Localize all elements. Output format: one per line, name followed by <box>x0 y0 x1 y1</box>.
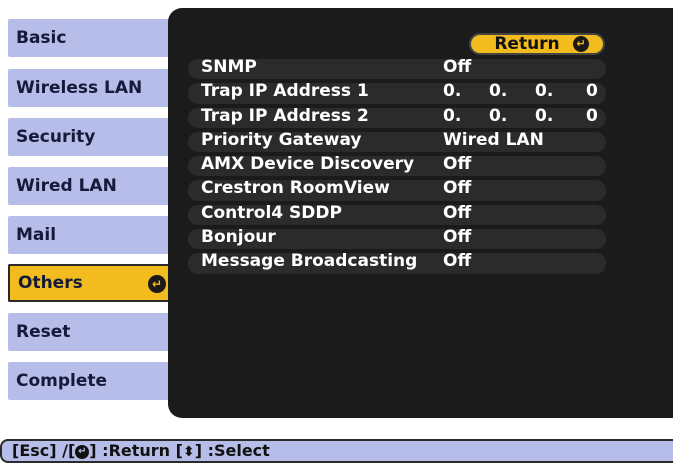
setting-row-bonjour[interactable]: Bonjour Off <box>188 227 606 251</box>
help-text: ] :Select <box>194 441 270 460</box>
up-down-arrow-icon: ⬍ <box>182 443 195 460</box>
tab-complete[interactable]: Complete <box>8 362 174 400</box>
setting-name: Control4 SDDP <box>201 202 342 223</box>
tab-mail[interactable]: Mail <box>8 216 174 254</box>
enter-icon: ↵ <box>148 275 166 293</box>
setting-name: Trap IP Address 1 <box>201 81 369 102</box>
ip-octet: 0. <box>443 105 462 126</box>
enter-icon: ↵ <box>75 444 90 459</box>
setting-row-message-broadcasting[interactable]: Message Broadcasting Off <box>188 251 606 275</box>
menu-tabs: Basic Wireless LAN Security Wired LAN Ma… <box>0 0 180 420</box>
setting-value: Off <box>443 154 472 175</box>
tab-label: Wired LAN <box>16 176 117 196</box>
setting-value: Off <box>443 202 472 223</box>
tab-label: Reset <box>16 322 71 342</box>
setting-value: Off <box>443 57 472 77</box>
settings-list: SNMP Off Trap IP Address 1 0. 0. 0. 0 Tr… <box>188 57 606 276</box>
help-bar: [Esc] /[↵] :Return [⬍] :Select <box>0 439 673 463</box>
ip-octet: 0 <box>586 105 598 126</box>
tab-others[interactable]: Others ↵ <box>8 264 174 302</box>
ip-octet: 0. <box>489 81 508 102</box>
setting-value: Off <box>443 251 472 272</box>
setting-name: Message Broadcasting <box>201 251 418 272</box>
setting-name: Priority Gateway <box>201 129 362 150</box>
tab-security[interactable]: Security <box>8 118 174 156</box>
help-text: [Esc] /[ <box>12 441 76 460</box>
tab-label: Basic <box>16 28 67 48</box>
return-button[interactable]: Return ↵ <box>469 33 605 55</box>
setting-name: Crestron RoomView <box>201 178 390 199</box>
setting-row-amx-device-discovery[interactable]: AMX Device Discovery Off <box>188 154 606 178</box>
ip-octet: 0. <box>489 105 508 126</box>
tab-label: Security <box>16 127 96 147</box>
return-label: Return <box>494 34 560 54</box>
tab-basic[interactable]: Basic <box>8 19 174 57</box>
tab-label: Mail <box>16 225 57 245</box>
setting-row-snmp[interactable]: SNMP Off <box>188 57 606 81</box>
setting-row-trap-ip-1[interactable]: Trap IP Address 1 0. 0. 0. 0 <box>188 81 606 105</box>
ip-octet: 0. <box>535 105 554 126</box>
setting-name: SNMP <box>201 57 257 77</box>
ip-octet: 0 <box>586 81 598 102</box>
tab-wireless-lan[interactable]: Wireless LAN <box>8 69 174 107</box>
setting-row-crestron-roomview[interactable]: Crestron RoomView Off <box>188 178 606 202</box>
setting-row-trap-ip-2[interactable]: Trap IP Address 2 0. 0. 0. 0 <box>188 106 606 130</box>
setting-name: Trap IP Address 2 <box>201 105 369 126</box>
help-text: ] :Return [ <box>89 441 183 460</box>
ip-octet: 0. <box>535 81 554 102</box>
setting-value: Wired LAN <box>443 129 544 150</box>
setting-row-priority-gateway[interactable]: Priority Gateway Wired LAN <box>188 130 606 154</box>
setting-value: Off <box>443 227 472 248</box>
setting-row-control4-sddp[interactable]: Control4 SDDP Off <box>188 203 606 227</box>
ip-octet: 0. <box>443 81 462 102</box>
enter-icon: ↵ <box>573 36 589 52</box>
setting-name: AMX Device Discovery <box>201 154 415 175</box>
tab-label: Others <box>18 273 83 293</box>
setting-name: Bonjour <box>201 227 276 248</box>
tab-wired-lan[interactable]: Wired LAN <box>8 167 174 205</box>
tab-reset[interactable]: Reset <box>8 313 174 351</box>
setting-value: Off <box>443 178 472 199</box>
tab-label: Complete <box>16 371 108 391</box>
tab-label: Wireless LAN <box>16 78 143 98</box>
